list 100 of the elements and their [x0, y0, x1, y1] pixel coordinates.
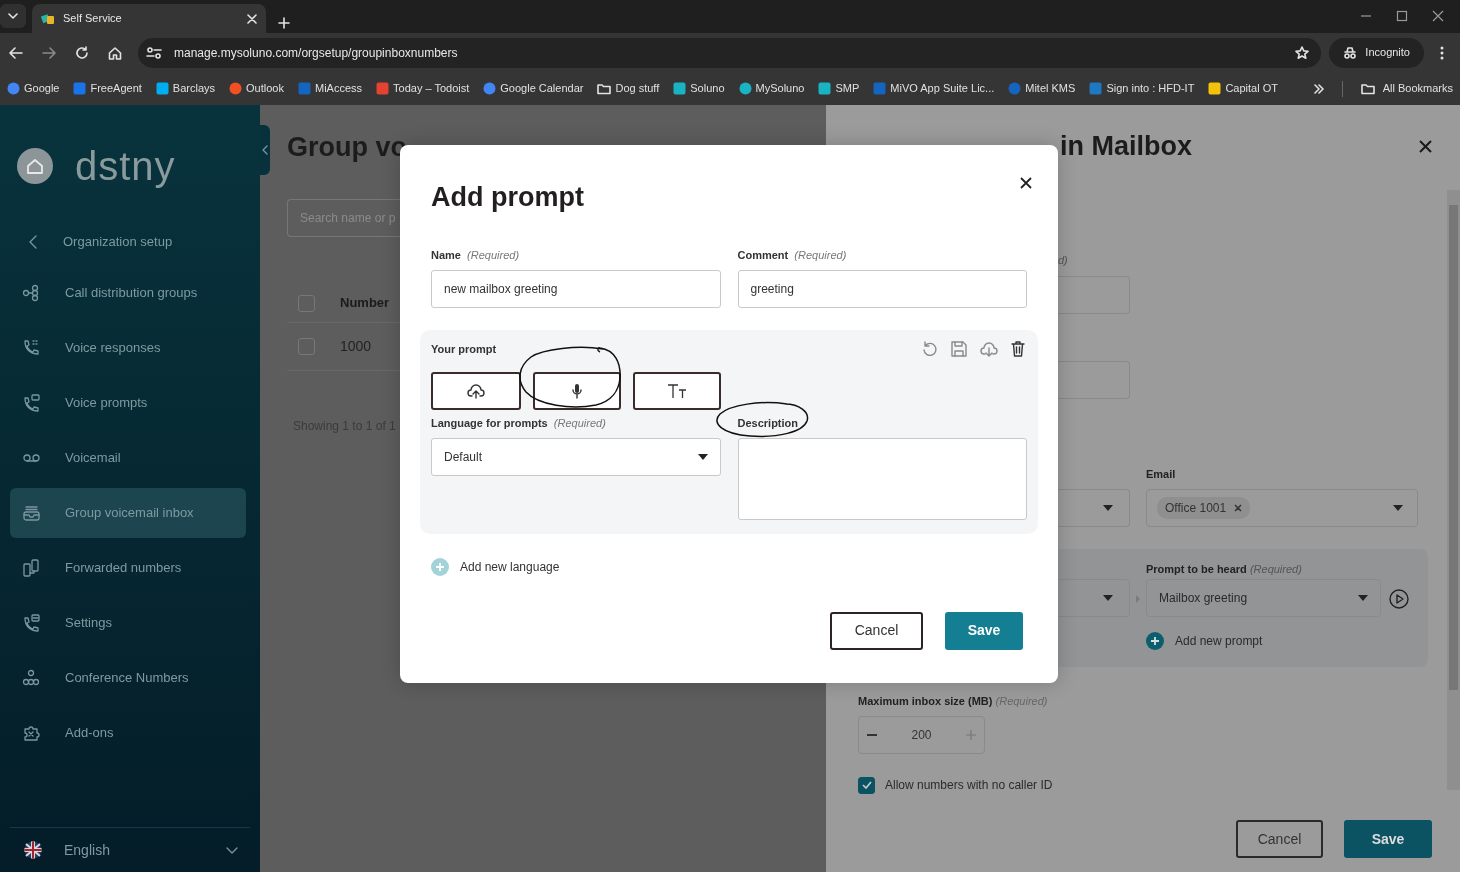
language-dropdown[interactable]: Default	[431, 437, 721, 476]
field-label: Comment (Required)	[737, 248, 848, 261]
new-tab-icon[interactable]	[278, 16, 290, 29]
incognito-button[interactable]: Incognito	[1329, 37, 1424, 68]
close-icon[interactable]	[1419, 140, 1432, 154]
prompt-dropdown[interactable]: Mailbox greeting	[1146, 579, 1381, 617]
sidebar-item[interactable]: Voicemail	[10, 433, 246, 483]
close-icon[interactable]	[1020, 176, 1032, 189]
browser-tab[interactable]: Self Service	[32, 4, 266, 33]
tag: Office 1001	[1157, 497, 1251, 519]
bookmark-link[interactable]: Google Calendar	[483, 80, 584, 97]
home-button[interactable]	[17, 147, 53, 184]
more-icon[interactable]	[1440, 46, 1444, 61]
save-button[interactable]: Save	[1344, 820, 1432, 858]
favicon-icon	[673, 82, 687, 95]
text-to-speech-button[interactable]	[633, 371, 721, 410]
sidebar-item[interactable]: Conference Numbers	[10, 653, 246, 703]
close-icon[interactable]	[1432, 10, 1444, 22]
add-language-link[interactable]: Add new language	[431, 557, 1027, 576]
checkbox[interactable]	[858, 776, 875, 794]
phone-message-icon	[22, 394, 40, 412]
cancel-button[interactable]: Cancel	[1236, 820, 1323, 858]
favicon-icon	[41, 11, 55, 26]
bookmark-link[interactable]: Dog stuff	[597, 80, 660, 97]
sidebar-item[interactable]: Call distribution groups	[10, 268, 246, 318]
sidebar-item[interactable]: Forwarded numbers	[10, 543, 246, 593]
dialog-title: Add prompt	[431, 181, 584, 214]
sidebar-item[interactable]: Group voicemail inbox	[10, 488, 246, 538]
cloud-download-icon[interactable]	[980, 341, 998, 358]
bookmark-link[interactable]: Today – Todoist	[376, 80, 470, 97]
save-icon[interactable]	[951, 341, 967, 358]
bookmark-link[interactable]: Barclays	[155, 80, 216, 97]
field-label: Description	[737, 415, 799, 429]
tab-search-button[interactable]	[0, 4, 26, 28]
upload-button[interactable]	[431, 371, 521, 410]
field-label: Email	[1146, 467, 1177, 480]
table-cell-text: 1000	[340, 336, 372, 356]
home-icon[interactable]	[108, 45, 122, 60]
maximize-icon[interactable]	[1396, 10, 1408, 22]
trash-icon[interactable]	[1011, 341, 1025, 358]
bookmark-link[interactable]: Google	[7, 80, 60, 97]
save-button[interactable]: Save	[945, 611, 1023, 650]
devices-icon	[22, 559, 40, 577]
back-icon[interactable]	[9, 46, 23, 59]
input-field[interactable]: new mailbox greeting	[431, 270, 721, 308]
bookmark-link[interactable]: Mitel KMS	[1008, 80, 1076, 97]
bookmark-link[interactable]: All Bookmarks	[1360, 80, 1453, 97]
chevron-left-icon	[28, 235, 37, 249]
cancel-button[interactable]: Cancel	[830, 611, 923, 650]
sidebar-item[interactable]: Add-ons	[10, 708, 246, 758]
back-link[interactable]: Organization setup	[0, 216, 260, 268]
record-button[interactable]	[533, 371, 621, 410]
bookmark-link[interactable]: MiAccess	[297, 80, 363, 97]
scrollbar[interactable]	[1447, 190, 1460, 790]
panel-title: in Mailbox	[1060, 129, 1192, 163]
caret-icon	[8, 13, 18, 19]
phone-settings-icon	[22, 614, 40, 632]
phone-keypad-icon	[22, 339, 40, 357]
check-icon	[861, 781, 872, 789]
field-label: d)	[1058, 253, 1069, 266]
play-icon[interactable]	[1389, 588, 1409, 609]
microphone-icon	[572, 382, 582, 399]
favicon-icon	[7, 82, 20, 95]
folder-icon	[597, 81, 612, 96]
favicon-icon	[73, 82, 87, 95]
bookmark-link[interactable]: MySoluno	[738, 80, 805, 97]
reload-icon[interactable]	[75, 45, 89, 60]
sidebar-item[interactable]: Settings	[10, 598, 246, 648]
bookmark-link[interactable]: Sign into : HFD-IT	[1089, 80, 1195, 97]
field-label: Prompt to be heard (Required)	[1146, 562, 1303, 575]
add-prompt-link[interactable]: Add new prompt	[1146, 632, 1428, 650]
address-bar[interactable]: manage.mysoluno.com/orgsetup/groupinboxnumbers	[138, 37, 1322, 68]
input-field[interactable]: greeting	[737, 270, 1027, 308]
undo-icon[interactable]	[922, 341, 938, 358]
favicon-icon	[1208, 82, 1222, 95]
language-selector[interactable]: English	[0, 828, 260, 872]
bookmark-link[interactable]: FreeAgent	[73, 80, 142, 97]
chevron-left-icon	[262, 145, 268, 155]
email-dropdown[interactable]: Office 1001	[1146, 489, 1418, 527]
bookmark-star-icon[interactable]	[1295, 45, 1310, 60]
bookmark-link[interactable]: Soluno	[673, 80, 725, 97]
favicon-icon	[738, 82, 752, 95]
people-icon	[22, 669, 40, 687]
checkbox[interactable]	[298, 294, 315, 312]
chevrons-icon[interactable]	[1313, 83, 1324, 94]
sidebar-item[interactable]: Voice prompts	[10, 378, 246, 428]
sidebar-item[interactable]: Voice responses	[10, 323, 246, 373]
checkbox-label: Allow numbers with no caller ID	[885, 777, 1053, 794]
bookmark-link[interactable]: Capital OT	[1208, 80, 1278, 97]
bookmark-link[interactable]: SMP	[818, 80, 860, 97]
checkbox[interactable]	[298, 337, 315, 355]
bookmark-link[interactable]: Outlook	[229, 80, 284, 97]
incognito-icon	[1343, 46, 1358, 59]
site-settings-icon[interactable]	[146, 45, 162, 60]
url-text: manage.mysoluno.com/orgsetup/groupinboxnumbers	[174, 44, 458, 62]
plus-circle-icon	[431, 557, 449, 576]
bookmark-link[interactable]: MiVO App Suite Lic...	[873, 80, 995, 97]
favicon-icon	[155, 82, 169, 95]
forward-icon[interactable]	[42, 46, 56, 59]
folder-icon	[1360, 81, 1375, 96]
